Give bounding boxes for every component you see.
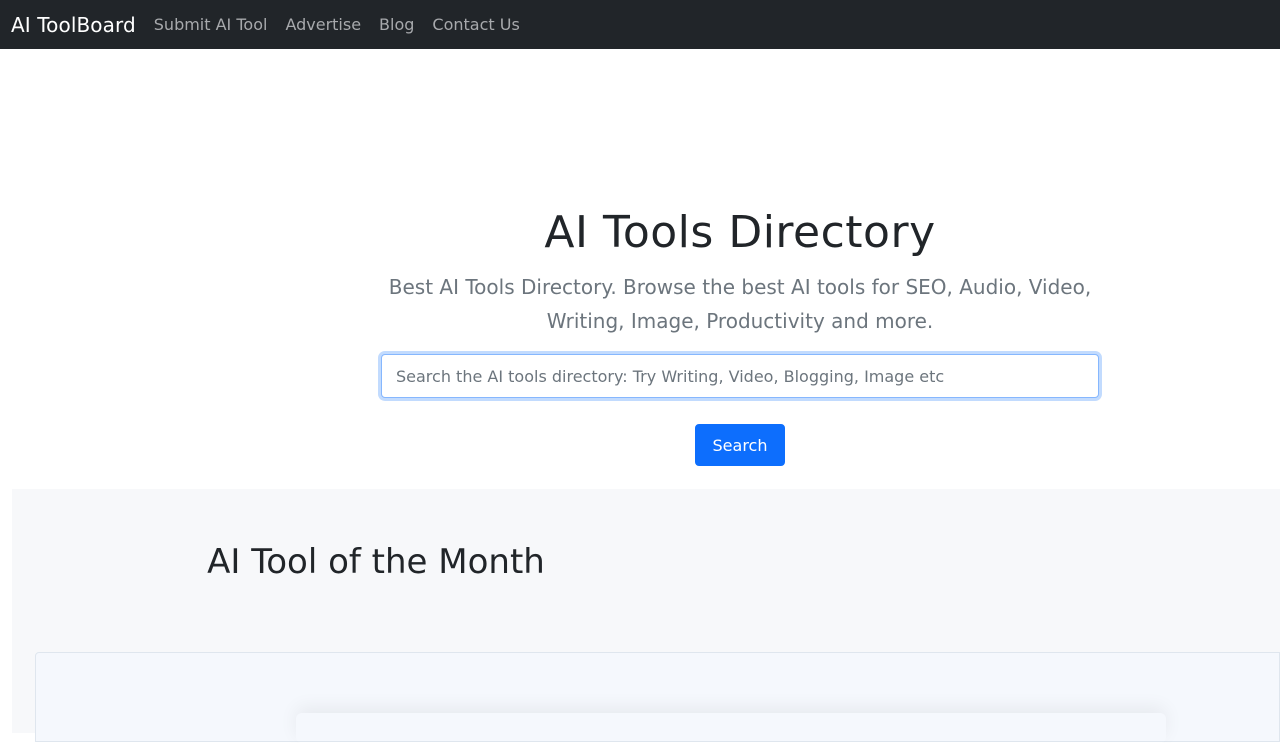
nav-link-submit-ai-tool[interactable]: Submit AI Tool [154, 15, 268, 34]
search-button[interactable]: Search [695, 424, 785, 466]
nav-link-contact-us[interactable]: Contact Us [432, 15, 519, 34]
section-title: AI Tool of the Month [207, 542, 545, 582]
nav-link-blog[interactable]: Blog [379, 15, 414, 34]
hero-description: Best AI Tools Directory. Browse the best… [388, 275, 1092, 333]
nav-links: Submit AI Tool Advertise Blog Contact Us [154, 15, 538, 34]
top-navbar: AI ToolBoard Submit AI Tool Advertise Bl… [0, 0, 1280, 49]
brand-logo-link[interactable]: AI ToolBoard [11, 13, 136, 37]
featured-tool-inner-card [296, 713, 1166, 743]
nav-link-advertise[interactable]: Advertise [285, 15, 361, 34]
featured-tool-card[interactable] [35, 652, 1280, 742]
hero-section: AI Tools Directory Best AI Tools Directo… [0, 49, 1280, 489]
search-input[interactable] [381, 354, 1099, 398]
tool-of-the-month-section: AI Tool of the Month [12, 489, 1280, 742]
page-title: AI Tools Directory [544, 207, 936, 258]
